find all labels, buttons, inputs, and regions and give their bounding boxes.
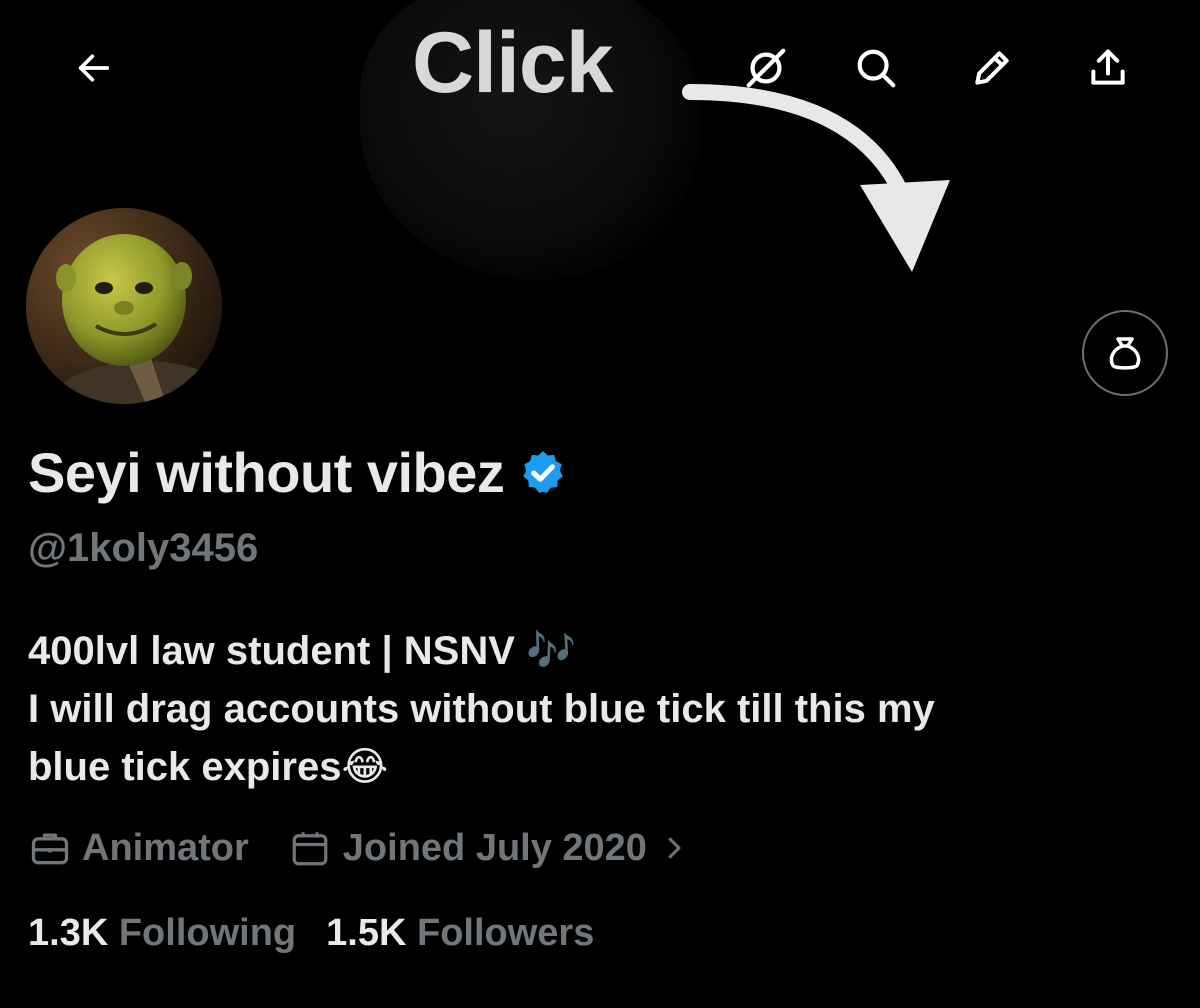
back-button[interactable] <box>64 38 124 98</box>
briefcase-icon <box>31 833 69 865</box>
bio-line: I will drag accounts without blue tick t… <box>28 687 935 731</box>
edit-button[interactable] <box>962 38 1022 98</box>
followers-count: 1.5K <box>326 912 407 954</box>
grok-icon <box>746 48 786 88</box>
annotation-click-text: Click <box>412 15 614 111</box>
display-name: Seyi without vibez <box>28 441 505 504</box>
chevron-right-icon <box>668 837 681 859</box>
profile-bio: 400lvl law student | NSNV 🎶 I will drag … <box>28 622 1168 796</box>
joined-date-link[interactable]: Joined July 2020 <box>289 827 689 870</box>
search-icon <box>857 49 896 88</box>
pencil-icon <box>975 51 1009 85</box>
profession-label: Animator <box>82 826 249 869</box>
joined-date-label: Joined July 2020 <box>342 826 647 869</box>
arrow-left-icon <box>78 54 110 82</box>
bio-line: blue tick expires😂 <box>28 745 389 789</box>
follow-stats-row: 1.3K Following 1.5K Followers <box>28 912 624 955</box>
followers-label: Followers <box>416 912 595 954</box>
money-bag-icon <box>1109 337 1141 370</box>
bio-line: 400lvl law student | NSNV 🎶 <box>28 629 576 673</box>
following-count: 1.3K <box>28 912 109 954</box>
display-name-row: Seyi without vibez <box>28 440 568 505</box>
verified-badge-icon[interactable] <box>518 448 568 498</box>
share-icon <box>1091 49 1125 85</box>
profession-item: Animator <box>28 826 249 870</box>
search-button[interactable] <box>846 38 906 98</box>
profile-meta-row: Animator Joined July 2020 <box>28 826 729 870</box>
avatar[interactable] <box>26 208 222 404</box>
grok-button[interactable] <box>736 38 796 98</box>
calendar-icon <box>292 832 328 866</box>
share-button[interactable] <box>1078 38 1138 98</box>
following-stat[interactable]: 1.3K Following <box>28 912 296 955</box>
followers-stat[interactable]: 1.5K Followers <box>326 912 594 955</box>
user-handle: @1koly3456 <box>28 526 259 570</box>
tip-button[interactable] <box>1082 310 1168 396</box>
following-label: Following <box>118 912 297 954</box>
avatar-image <box>26 208 222 404</box>
